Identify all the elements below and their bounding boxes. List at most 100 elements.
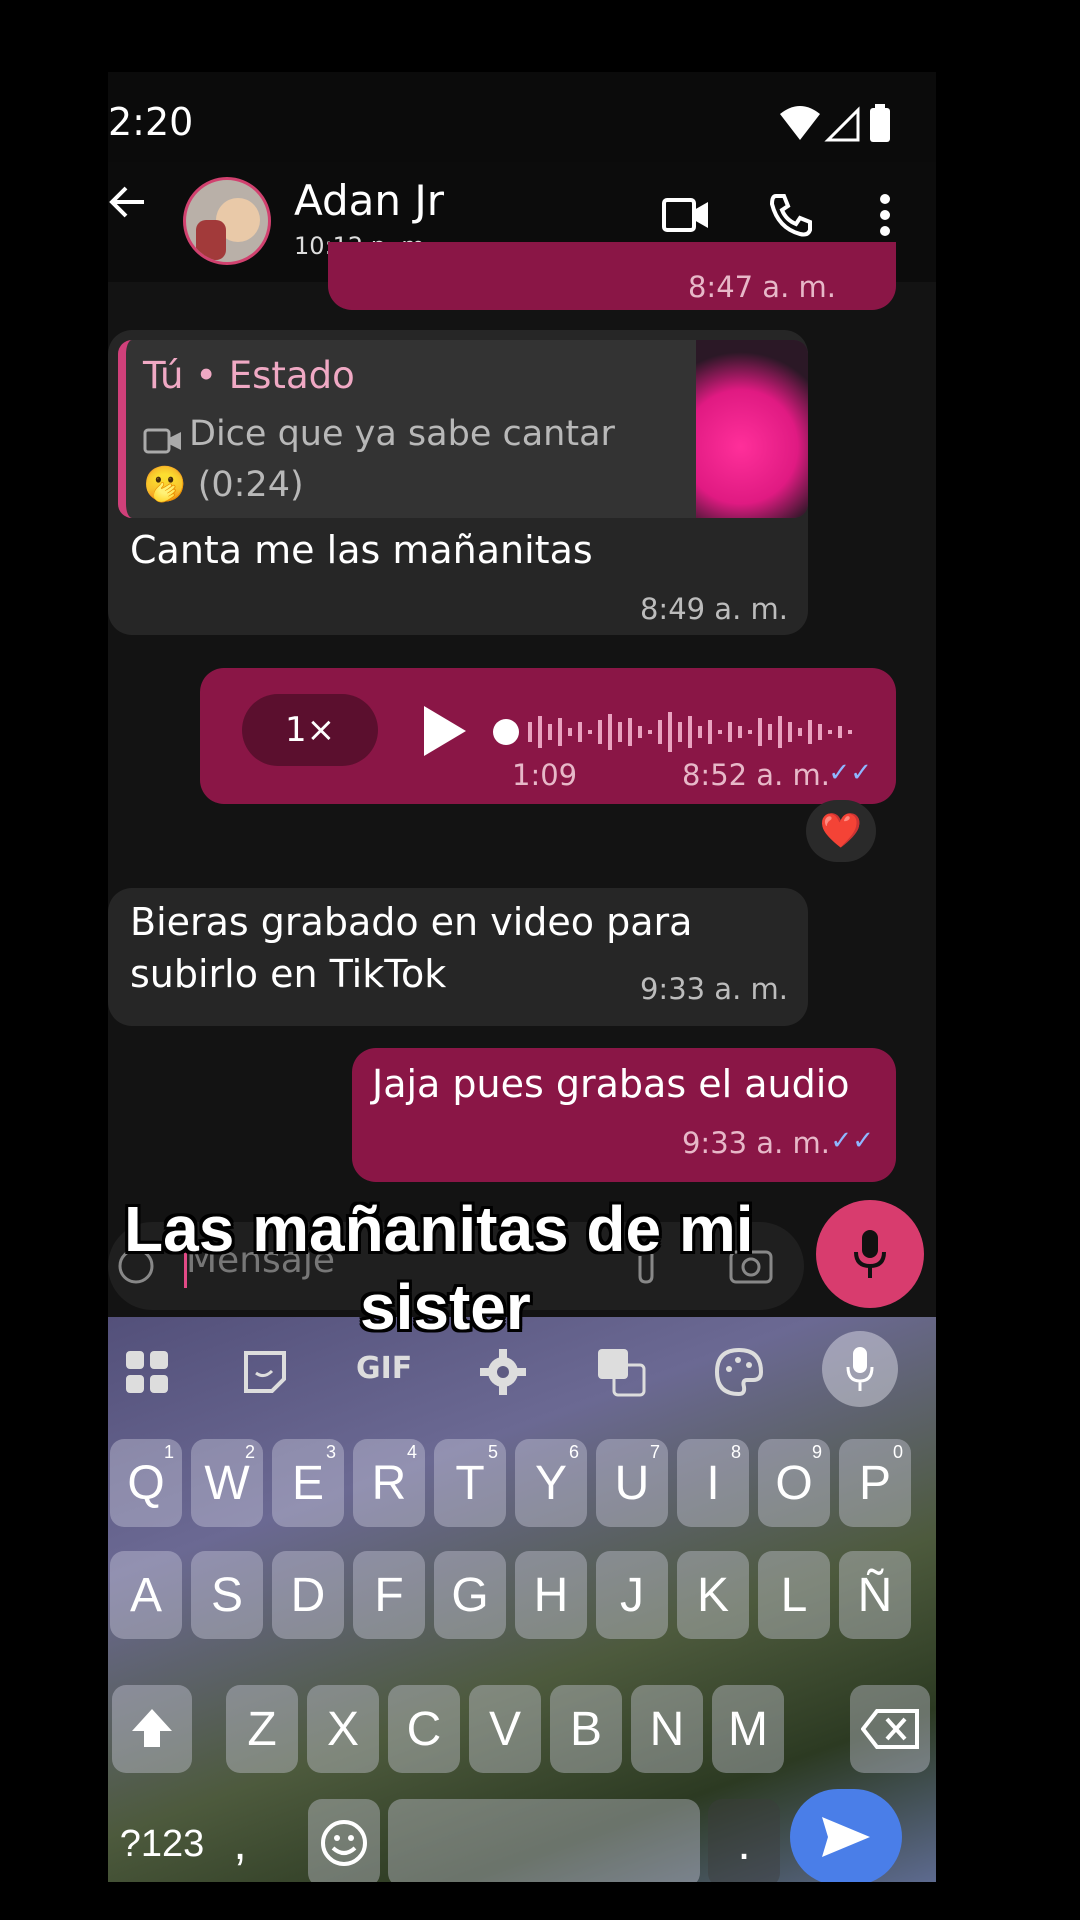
key-i[interactable]: I8 [677,1439,749,1527]
message-time: 8:49 a. m. [639,592,788,626]
key-e[interactable]: E3 [272,1439,344,1527]
shift-key[interactable] [112,1685,192,1773]
key-a[interactable]: A [110,1551,182,1639]
message-text: Jaja pues grabas el audio [372,1062,850,1106]
playback-speed-button[interactable]: 1× [242,694,378,766]
key-l[interactable]: L [758,1551,830,1639]
key-label: W [204,1457,250,1510]
message-time: 9:33 a. m. [639,972,788,1006]
waveform[interactable] [492,704,862,760]
key-label: U [614,1457,650,1510]
settings-gear-icon[interactable] [478,1347,528,1397]
key-label: E [291,1457,324,1510]
key-hint: 0 [892,1442,903,1462]
send-arrow-icon [822,1817,870,1857]
status-time: 2:20 [108,100,194,144]
keyboard: GIF Q1W2E3R4T5Y6U7I8O9P0 ASDFGHJKLÑ ZXCV… [108,1317,936,1882]
incoming-message-bubble[interactable]: Bieras grabado en video para subirlo en … [108,888,808,1026]
translate-icon[interactable] [596,1347,646,1397]
phone-screen: 2:20 Adan Jr 10:12 p. m. 8:47 a. m. Tú •… [108,72,936,1882]
overlay-caption-line2: sister [360,1271,531,1343]
signal-icon [824,106,860,142]
key-label: Q [127,1457,165,1510]
contact-name[interactable]: Adan Jr [294,176,444,225]
partial-message-bubble[interactable]: 8:47 a. m. [328,242,896,310]
reply-quote[interactable]: Tú • Estado Dice que ya sabe cantar 🫢 (0… [118,340,808,518]
palette-icon[interactable] [714,1347,764,1397]
battery-icon [870,108,890,142]
message-time: 8:47 a. m. [687,270,836,304]
key-label: O [775,1457,813,1510]
key-label: R [371,1457,407,1510]
reply-duration: 🫢 (0:24) [143,465,304,505]
period-key[interactable]: . [708,1799,780,1882]
key-ñ[interactable]: Ñ [839,1551,911,1639]
video-icon [143,428,181,454]
key-hint: 3 [325,1442,336,1462]
apps-grid-icon[interactable] [124,1349,170,1395]
reply-text: Dice que ya sabe cantar [189,414,615,454]
key-hint: 1 [163,1442,174,1462]
voice-message-bubble[interactable]: 1× 1:09 8:52 a. m. ✓✓ [200,668,896,804]
key-u[interactable]: U7 [596,1439,668,1527]
gif-button[interactable]: GIF [356,1351,412,1386]
key-f[interactable]: F [353,1551,425,1639]
key-d[interactable]: D [272,1551,344,1639]
key-hint: 6 [568,1442,579,1462]
comma-key[interactable]: , [220,1799,260,1882]
key-g[interactable]: G [434,1551,506,1639]
incoming-message-bubble[interactable]: Tú • Estado Dice que ya sabe cantar 🫢 (0… [108,330,808,635]
overlay-caption-line1: Las mañanitas de mi [124,1193,754,1265]
key-m[interactable]: M [712,1685,784,1773]
message-time: 9:33 a. m. [681,1126,830,1160]
space-key[interactable] [388,1799,700,1882]
key-y[interactable]: Y6 [515,1439,587,1527]
phone-call-icon[interactable] [768,192,814,238]
read-ticks-icon: ✓✓ [830,1126,874,1156]
key-t[interactable]: T5 [434,1439,506,1527]
more-options-icon[interactable] [878,192,892,238]
key-j[interactable]: J [596,1551,668,1639]
reply-author: Tú • Estado [143,354,355,397]
microphone-icon [846,1347,874,1391]
mic-button[interactable] [816,1200,924,1308]
send-key[interactable] [790,1789,902,1882]
key-label: T [455,1457,485,1510]
key-c[interactable]: C [388,1685,460,1773]
key-r[interactable]: R4 [353,1439,425,1527]
key-hint: 9 [811,1442,822,1462]
key-label: Y [534,1457,567,1510]
key-x[interactable]: X [307,1685,379,1773]
key-w[interactable]: W2 [191,1439,263,1527]
sticker-icon[interactable] [242,1349,288,1395]
key-k[interactable]: K [677,1551,749,1639]
key-s[interactable]: S [191,1551,263,1639]
message-text-line1: Bieras grabado en video para [130,900,693,944]
key-v[interactable]: V [469,1685,541,1773]
key-o[interactable]: O9 [758,1439,830,1527]
shift-arrow-icon [132,1709,172,1747]
video-call-icon[interactable] [661,195,711,235]
emoji-key[interactable] [308,1799,380,1882]
symbols-key[interactable]: ?123 [112,1799,212,1882]
key-p[interactable]: P0 [839,1439,911,1527]
key-z[interactable]: Z [226,1685,298,1773]
microphone-icon [854,1230,886,1278]
voice-typing-button[interactable] [822,1331,898,1407]
avatar[interactable] [183,177,271,265]
play-icon[interactable] [422,704,468,758]
key-b[interactable]: B [550,1685,622,1773]
key-hint: 8 [730,1442,741,1462]
read-ticks-icon: ✓✓ [828,758,872,788]
back-arrow-icon[interactable] [108,182,148,222]
key-h[interactable]: H [515,1551,587,1639]
backspace-key[interactable] [850,1685,930,1773]
message-text-line2: subirlo en TikTok [130,952,447,996]
key-hint: 5 [487,1442,498,1462]
key-hint: 4 [406,1442,417,1462]
message-time: 8:52 a. m. [681,758,830,792]
key-n[interactable]: N [631,1685,703,1773]
key-q[interactable]: Q1 [110,1439,182,1527]
reaction-badge[interactable]: ❤️ [806,800,876,862]
outgoing-message-bubble[interactable]: Jaja pues grabas el audio 9:33 a. m. ✓✓ [352,1048,896,1182]
